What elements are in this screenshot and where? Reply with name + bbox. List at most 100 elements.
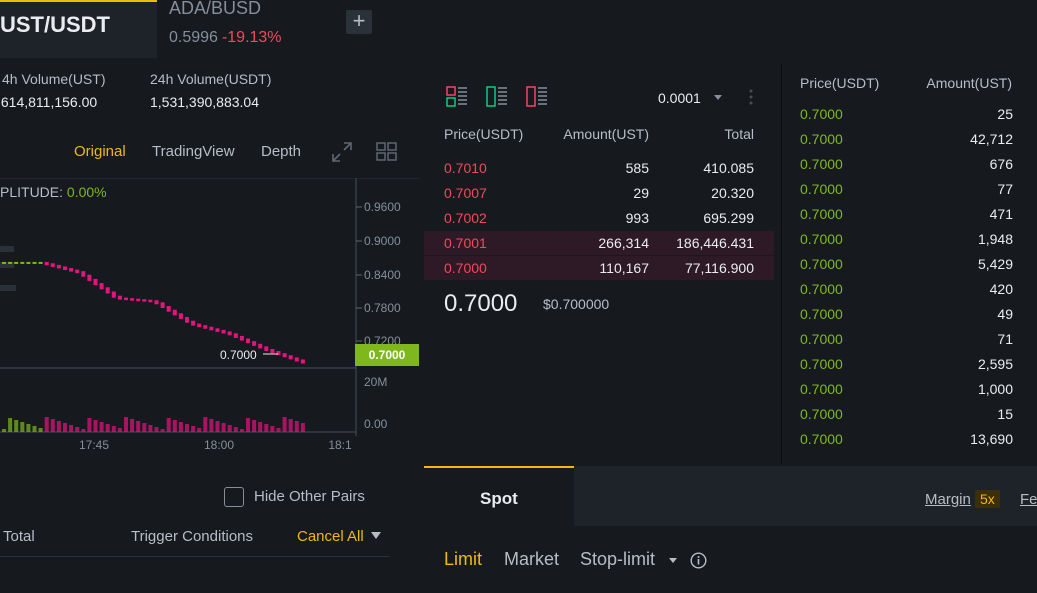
trade-row[interactable]: 0.7000 1,948 <box>782 227 1037 252</box>
add-pair-button[interactable]: + <box>346 10 372 34</box>
orderbook-bids-icon[interactable] <box>486 86 508 108</box>
candle <box>32 261 37 264</box>
trade-row[interactable]: 0.7000 25 <box>782 102 1037 127</box>
candle <box>172 309 177 316</box>
ask-row[interactable]: 0.7002 993 695.299 <box>424 206 774 230</box>
ask-amount: 29 <box>633 185 649 201</box>
leverage-badge: 5x <box>975 490 1000 508</box>
volume-bar <box>105 424 110 432</box>
ask-price: 0.7002 <box>444 210 487 226</box>
volume-bar <box>32 426 37 432</box>
candle <box>38 261 43 264</box>
candle <box>105 287 110 294</box>
candle <box>148 299 153 303</box>
candle <box>136 298 141 302</box>
volume-bar <box>136 421 141 432</box>
volume-bar <box>81 429 86 432</box>
trade-row[interactable]: 0.7000 1,000 <box>782 377 1037 402</box>
volume-bar <box>160 429 165 432</box>
ask-total: 20.320 <box>711 185 754 201</box>
ask-price: 0.7007 <box>444 185 487 201</box>
tab-original[interactable]: Original <box>74 143 126 160</box>
price-tick-label: 0.9000 <box>364 234 401 248</box>
chart-canvas[interactable]: 0.96000.90000.84000.78000.720020M0.00 17… <box>0 177 420 460</box>
plus-icon: + <box>352 8 366 33</box>
candle <box>294 357 299 362</box>
ask-row[interactable]: 0.7007 29 20.320 <box>424 181 774 205</box>
trade-row[interactable]: 0.7000 42,712 <box>782 127 1037 152</box>
ask-row[interactable]: 0.7000 110,167 77,116.900 <box>424 256 774 280</box>
fee-link[interactable]: Fe <box>1020 491 1037 508</box>
trade-row[interactable]: 0.7000 15 <box>782 402 1037 427</box>
margin-link[interactable]: Margin <box>925 491 971 508</box>
orderbook-last-price: 0.7000 <box>444 290 518 317</box>
tab-depth[interactable]: Depth <box>261 143 301 160</box>
trade-price: 0.7000 <box>800 381 843 397</box>
candle <box>93 278 98 286</box>
cancel-all-button[interactable]: Cancel All <box>297 528 364 545</box>
volume-bar <box>130 419 135 432</box>
tab-stop-limit[interactable]: Stop-limit <box>580 549 655 570</box>
volume-bar <box>203 417 208 432</box>
volume-bar <box>264 424 269 432</box>
precision-caret-icon[interactable] <box>714 95 722 101</box>
volume-bar <box>56 421 61 432</box>
tab-spot[interactable]: Spot <box>424 466 574 526</box>
volume-bar <box>38 428 43 432</box>
volume-bar <box>233 427 238 432</box>
stat-volume-quote-value: 1,531,390,883.04 <box>150 94 259 110</box>
candle <box>75 269 80 274</box>
candlestick-chart[interactable]: 0.9600 0.9000 0.8400 0.7800 0.7200 20M 0.00 17… <box>0 177 420 460</box>
pair-tab-active[interactable]: UST/USDT <box>0 0 157 58</box>
info-icon[interactable] <box>690 552 707 569</box>
ask-total: 410.085 <box>703 160 754 176</box>
trade-row[interactable]: 0.7000 13,690 <box>782 427 1037 452</box>
volume-bar <box>14 420 19 432</box>
caret-down-icon[interactable] <box>371 532 381 540</box>
ask-row[interactable]: 0.7010 585 410.085 <box>424 156 774 180</box>
trade-amount: 676 <box>989 156 1013 172</box>
tab-market[interactable]: Market <box>504 549 559 570</box>
candle <box>215 328 220 332</box>
volume-bar <box>294 421 299 432</box>
ask-row[interactable]: 0.7001 266,314 186,446.431 <box>424 231 774 255</box>
trade-row[interactable]: 0.7000 471 <box>782 202 1037 227</box>
trade-price: 0.7000 <box>800 156 843 172</box>
ask-price: 0.7010 <box>444 160 487 176</box>
trade-row[interactable]: 0.7000 49 <box>782 302 1037 327</box>
expand-icon[interactable] <box>331 141 353 163</box>
col-trigger-conditions: Trigger Conditions <box>131 528 253 545</box>
tab-tradingview[interactable]: TradingView <box>152 143 235 160</box>
volume-bar <box>44 417 49 432</box>
trade-row[interactable]: 0.7000 420 <box>782 277 1037 302</box>
trade-row[interactable]: 0.7000 676 <box>782 152 1037 177</box>
price-tick-label: 0.8400 <box>364 268 401 282</box>
more-options-icon[interactable] <box>749 88 753 106</box>
ask-amount: 266,314 <box>598 235 649 251</box>
volume-tick-label: 0.00 <box>364 417 388 431</box>
precision-select[interactable]: 0.0001 <box>658 90 701 106</box>
orderbook-both-icon[interactable] <box>446 86 468 108</box>
trade-amount: 25 <box>997 106 1013 122</box>
volume-bar <box>221 423 226 432</box>
candle <box>44 261 49 266</box>
pair-last-price: 0.5996 <box>169 29 218 46</box>
volume-tick-label: 20M <box>364 375 387 389</box>
hide-other-pairs-checkbox[interactable] <box>224 487 244 507</box>
trade-amount: 13,690 <box>970 431 1013 447</box>
trade-row[interactable]: 0.7000 2,595 <box>782 352 1037 377</box>
trade-amount: 42,712 <box>970 131 1013 147</box>
grid-layout-icon[interactable] <box>376 142 397 162</box>
stop-limit-caret-icon[interactable] <box>669 558 677 564</box>
trade-row[interactable]: 0.7000 5,429 <box>782 252 1037 277</box>
candle <box>26 261 31 264</box>
trade-amount: 5,429 <box>977 256 1013 272</box>
orderbook-asks-icon[interactable] <box>526 86 548 108</box>
tab-limit[interactable]: Limit <box>444 549 482 570</box>
candle <box>69 268 74 272</box>
trade-row[interactable]: 0.7000 71 <box>782 327 1037 352</box>
candle <box>20 261 25 264</box>
volume-bar <box>282 417 287 432</box>
candle <box>117 295 122 300</box>
trade-row[interactable]: 0.7000 77 <box>782 177 1037 202</box>
